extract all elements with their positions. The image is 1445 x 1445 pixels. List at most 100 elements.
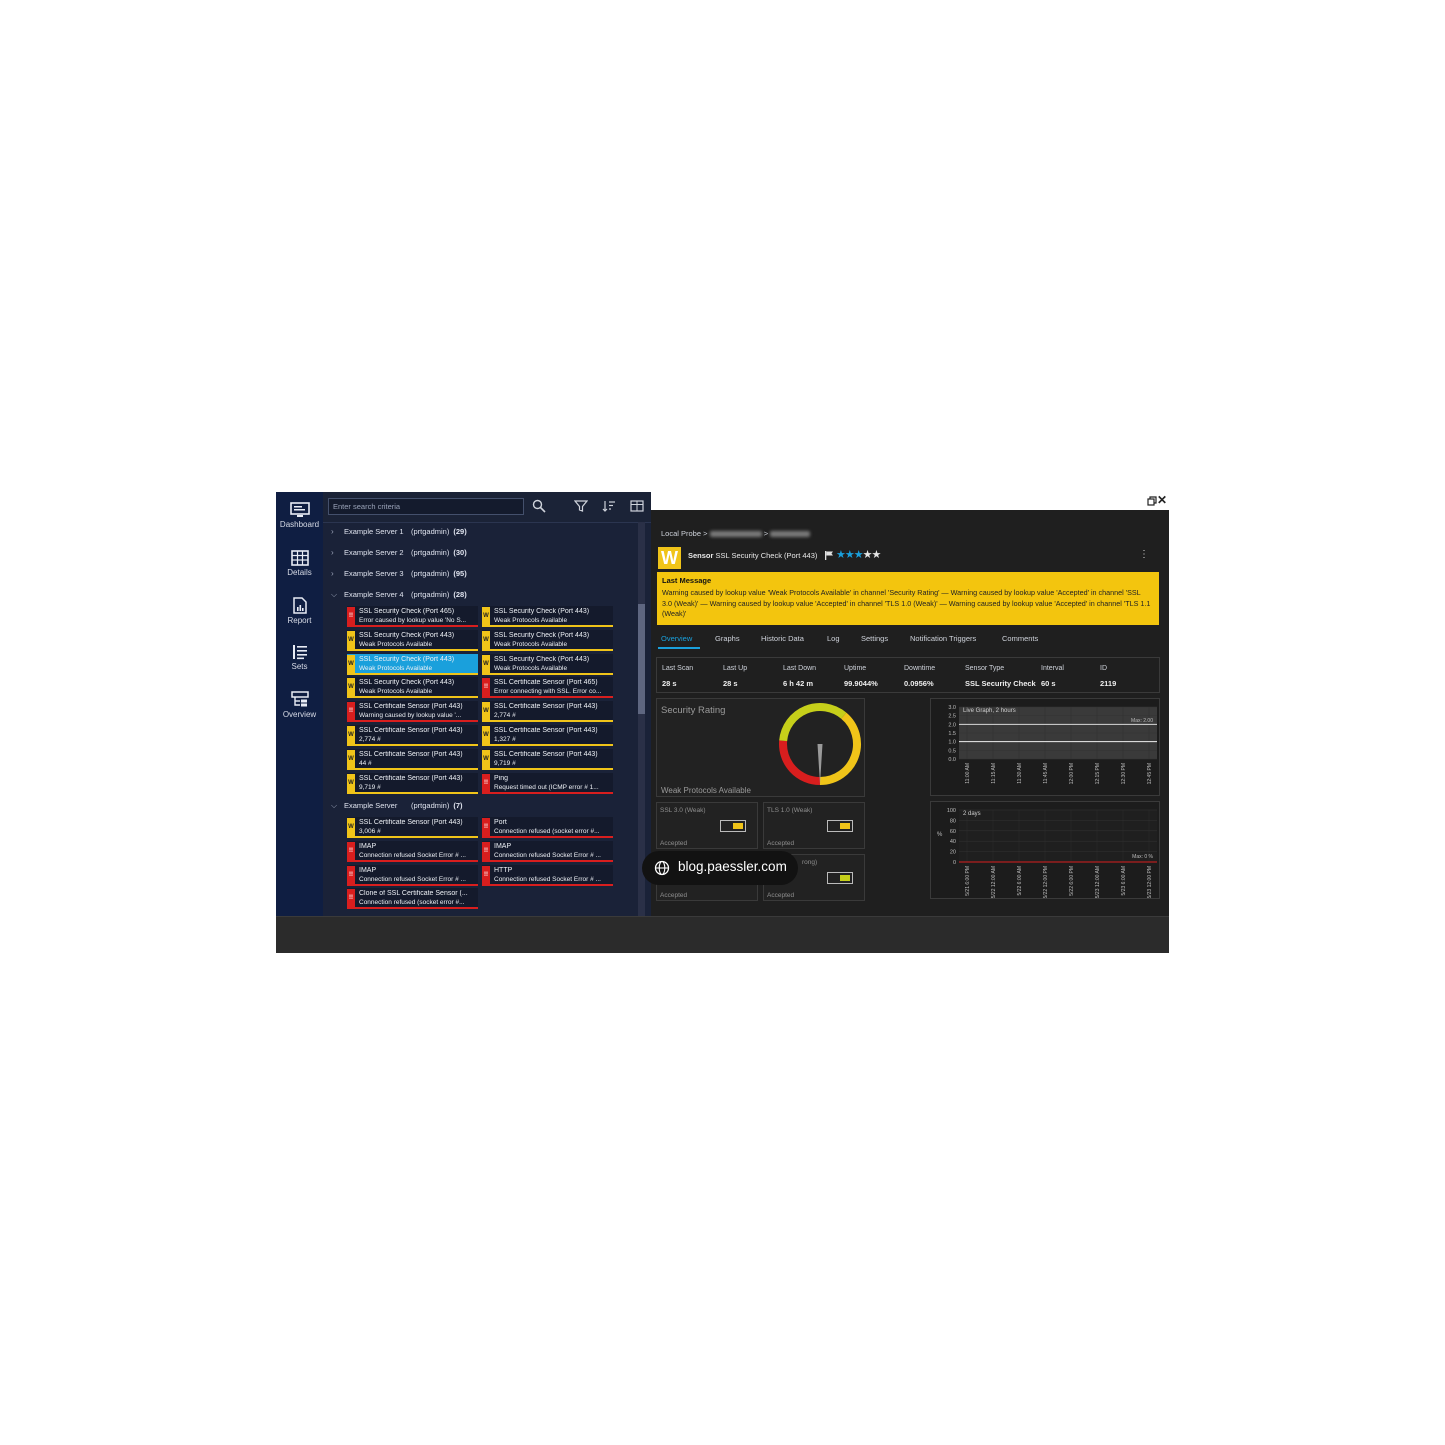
- star-icon[interactable]: ★: [854, 549, 864, 561]
- chevron-right-icon[interactable]: ›: [331, 566, 334, 582]
- sensor-tile[interactable]: !! IMAP Connection refused Socket Error # …: [347, 864, 478, 886]
- gauge-segment: [779, 703, 847, 742]
- warning-status-icon: W: [347, 749, 355, 769]
- chevron-right-icon[interactable]: ›: [331, 524, 334, 540]
- sensor-message: Request timed out (ICMP error # 1...: [494, 783, 599, 791]
- tab-overview[interactable]: Overview: [661, 634, 692, 643]
- group-owner-text: (prtgadmin): [411, 569, 450, 578]
- sensor-tile[interactable]: W SSL Certificate Sensor (Port 443) 2,774 …: [347, 725, 478, 746]
- more-options-icon[interactable]: ⋮: [1139, 549, 1149, 560]
- search-input[interactable]: [328, 498, 524, 515]
- restore-window-icon[interactable]: [1147, 496, 1157, 506]
- sensor-tile[interactable]: !! HTTP Connection refused Socket Error # …: [482, 864, 613, 886]
- sensor-name: SSL Security Check (Port 443): [715, 551, 818, 560]
- channel-tls10[interactable]: TLS 1.0 (Weak) Accepted: [763, 802, 865, 849]
- sensor-tile[interactable]: !! IMAP Connection refused Socket Error # …: [347, 840, 478, 862]
- plot-area: [959, 810, 1157, 862]
- tree-scrollbar[interactable]: [638, 522, 645, 916]
- stat-label: Last Scan: [662, 665, 694, 672]
- channel-ssl30[interactable]: SSL 3.0 (Weak) Accepted: [656, 802, 758, 849]
- breadcrumb-probe[interactable]: Local Probe >: [661, 529, 708, 538]
- two-day-graph-panel[interactable]: 100 80 60 40 20 0 5/21 6:00 PM 5/22 12:00 AM 5/2…: [930, 801, 1160, 899]
- channel-value: Accepted: [660, 892, 688, 899]
- error-status-icon: !!: [482, 678, 490, 698]
- sensor-tile[interactable]: W SSL Security Check (Port 443) Weak Proto…: [482, 629, 613, 651]
- sensor-name: SSL Certificate Sensor (Port 443): [359, 727, 463, 734]
- sensor-tile[interactable]: W SSL Certificate Sensor (Port 443) 3,006 …: [347, 817, 478, 838]
- group-row[interactable]: ⌵ Example Server (prtgadmin) (7): [323, 798, 623, 814]
- group-row[interactable]: ⌵ Example Server 4 (prtgadmin) (28): [323, 587, 623, 603]
- tab-historic-data[interactable]: Historic Data: [761, 634, 804, 643]
- error-status-icon: !!: [347, 607, 355, 626]
- sensor-tile[interactable]: !! SSL Security Check (Port 465) Error cau…: [347, 606, 478, 627]
- nav-details[interactable]: Details: [276, 542, 323, 588]
- report-document-icon: [292, 597, 307, 614]
- group-owner-text: (prtgadmin): [411, 527, 450, 536]
- chevron-right-icon[interactable]: ›: [331, 545, 334, 561]
- security-rating-gauge-panel[interactable]: Security Rating Weak Protocols Available: [656, 698, 865, 797]
- sensor-tile[interactable]: !! SSL Certificate Sensor (Port 465) Error…: [482, 677, 613, 699]
- tab-graphs[interactable]: Graphs: [715, 634, 740, 643]
- sensor-tile[interactable]: W SSL Security Check (Port 443) Weak Proto…: [347, 653, 478, 675]
- star-icon[interactable]: ★: [845, 549, 855, 561]
- tab-settings[interactable]: Settings: [861, 634, 888, 643]
- tree-scrollbar-thumb[interactable]: [638, 604, 645, 714]
- star-icon[interactable]: ★: [863, 549, 873, 561]
- chart-title: Live Graph, 2 hours: [963, 708, 1016, 714]
- group-row[interactable]: › Example Server 1 (prtgadmin) (29): [323, 524, 623, 540]
- sensor-tile[interactable]: !! Port Connection refused (socket error #…: [482, 817, 613, 838]
- sensor-tile[interactable]: W SSL Certificate Sensor (Port 443) 2,774 …: [482, 701, 613, 723]
- nav-dashboard[interactable]: Dashboard: [276, 494, 323, 540]
- sensor-message: 3,006 #: [359, 828, 381, 835]
- sensor-tile[interactable]: !! Ping Request timed out (ICMP error # 1.…: [482, 772, 613, 794]
- sensor-tile[interactable]: W SSL Security Check (Port 443) Weak Proto…: [482, 653, 613, 675]
- list-icon: [292, 645, 307, 660]
- sensor-name: SSL Security Check (Port 443): [494, 655, 590, 663]
- nav-overview[interactable]: Overview: [276, 683, 323, 729]
- sensor-message: Error connecting with SSL. Error co...: [494, 688, 602, 696]
- nav-report[interactable]: Report: [276, 589, 323, 635]
- x-tick-label: 5/22 6:00 PM: [1069, 866, 1075, 896]
- channel-value: Accepted: [767, 840, 795, 847]
- star-icon[interactable]: ★: [872, 549, 882, 561]
- sensor-tile[interactable]: !! IMAP Connection refused Socket Error # …: [482, 840, 613, 862]
- chevron-down-icon[interactable]: ⌵: [331, 798, 337, 814]
- search-icon[interactable]: [532, 499, 546, 513]
- stat-value: 6 h 42 m: [783, 679, 814, 688]
- tab-log[interactable]: Log: [827, 634, 840, 643]
- sort-icon[interactable]: [602, 499, 616, 513]
- sensor-tile[interactable]: W SSL Certificate Sensor (Port 443) 9,719 …: [482, 748, 613, 770]
- flag-icon[interactable]: [824, 550, 834, 560]
- sensor-name: Clone of SSL Certificate Sensor (...: [359, 890, 468, 898]
- sensor-tile[interactable]: W SSL Certificate Sensor (Port 443) 44 #: [347, 748, 478, 770]
- sensor-tile[interactable]: W SSL Security Check (Port 443) Weak Proto…: [347, 677, 478, 699]
- sensor-tile[interactable]: !! SSL Certificate Sensor (Port 443) Warni…: [347, 701, 478, 723]
- stat-label: ID: [1100, 665, 1107, 672]
- grid-view-icon[interactable]: [630, 499, 644, 513]
- sensor-name: SSL Certificate Sensor (Port 443): [494, 750, 598, 758]
- sensor-tile[interactable]: W SSL Security Check (Port 443) Weak Proto…: [482, 606, 613, 627]
- group-row[interactable]: › Example Server 2 (prtgadmin) (30): [323, 545, 623, 561]
- sensor-tile[interactable]: W SSL Certificate Sensor (Port 443) 1,327 …: [482, 725, 613, 746]
- last-message-box: Last Message Warning caused by lookup va…: [657, 572, 1159, 625]
- group-owner: (prtgadmin) (28): [411, 587, 467, 603]
- priority-stars[interactable]: ★★★★★: [836, 548, 882, 561]
- sensor-tile[interactable]: W SSL Certificate Sensor (Port 443) 9,719 …: [347, 772, 478, 794]
- chevron-down-icon[interactable]: ⌵: [331, 587, 337, 603]
- group-owner: (prtgadmin) (30): [411, 545, 467, 561]
- page-title: Sensor SSL Security Check (Port 443): [688, 551, 817, 560]
- group-owner-text: (prtgadmin): [411, 801, 450, 810]
- group-row[interactable]: › Example Server 3 (prtgadmin) (95): [323, 566, 623, 582]
- live-graph-panel[interactable]: 3.0 2.5 2.0 1.5 1.0 0.5 0.0 11:00 AM 11:15 AM 11:…: [930, 698, 1160, 796]
- close-icon[interactable]: ✕: [1157, 493, 1167, 507]
- sensor-tile[interactable]: !! Clone of SSL Certificate Sensor (... Co…: [347, 888, 478, 910]
- filter-icon[interactable]: [574, 499, 588, 513]
- tab-notification-triggers[interactable]: Notification Triggers: [910, 634, 976, 643]
- tab-comments[interactable]: Comments: [1002, 634, 1038, 643]
- toggle-knob: [840, 875, 850, 881]
- star-icon[interactable]: ★: [836, 549, 846, 561]
- sensor-message: Connection refused Socket Error # ...: [494, 875, 601, 883]
- x-tick-label: 11:45 AM: [1043, 763, 1049, 784]
- sensor-tile[interactable]: W SSL Security Check (Port 443) Weak Proto…: [347, 629, 478, 651]
- nav-sets[interactable]: Sets: [276, 636, 323, 682]
